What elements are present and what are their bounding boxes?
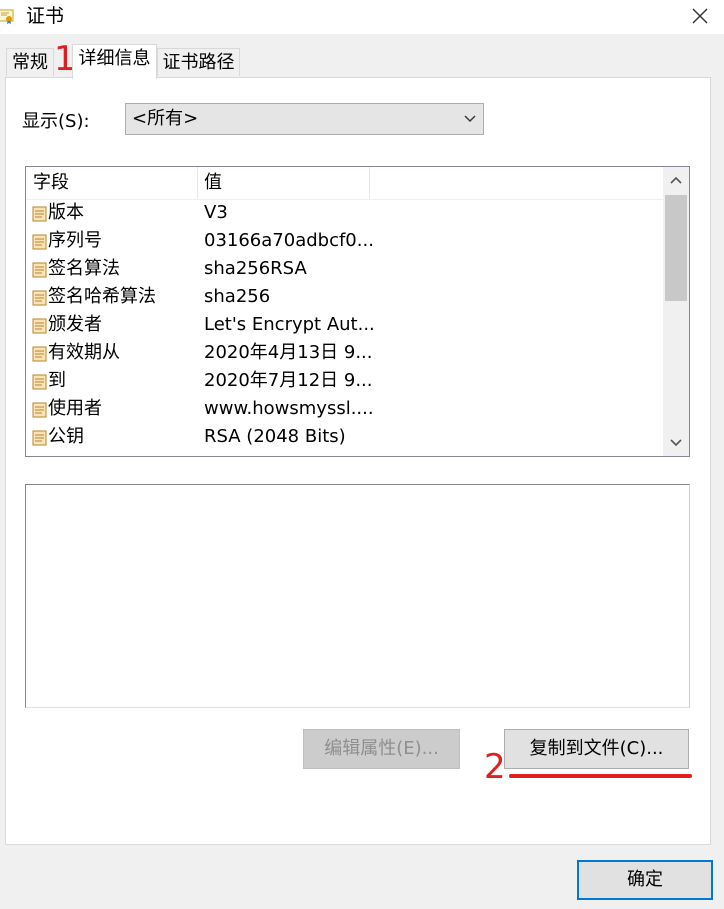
annotation-underline-2	[509, 774, 692, 778]
list-item[interactable]: 到 2020年7月12日 9...	[26, 367, 663, 395]
field-name: 签名算法	[48, 258, 120, 279]
field-name: 有效期从	[48, 342, 120, 363]
field-icon	[32, 290, 47, 306]
column-divider[interactable]	[369, 167, 370, 199]
show-dropdown[interactable]: <所有>	[125, 103, 484, 135]
field-icon	[32, 318, 47, 334]
vertical-scrollbar[interactable]	[663, 167, 689, 456]
field-icon	[32, 262, 47, 278]
field-icon	[32, 374, 47, 390]
show-label: 显示(S):	[22, 111, 90, 132]
field-value: www.howsmyssl....	[204, 398, 374, 419]
tab-general-label: 常规	[12, 52, 48, 73]
field-name: 序列号	[48, 230, 102, 251]
field-value: 03166a70adbcf0...	[204, 230, 374, 251]
field-icon	[32, 234, 47, 250]
field-name: 到	[48, 370, 66, 391]
copy-to-file-button[interactable]: 复制到文件(C)...	[504, 729, 689, 769]
close-icon[interactable]	[680, 2, 720, 30]
column-divider[interactable]	[197, 167, 198, 199]
field-value: V3	[204, 202, 228, 223]
field-value: sha256RSA	[204, 258, 307, 279]
title-bar: 证书	[0, 0, 724, 34]
tab-details[interactable]: 详细信息	[72, 44, 157, 79]
field-detail-box[interactable]	[25, 484, 690, 708]
field-value: RSA (2048 Bits)	[204, 426, 346, 447]
field-name: 颁发者	[48, 314, 102, 335]
list-item[interactable]: 公钥 RSA (2048 Bits)	[26, 423, 663, 451]
column-header-field[interactable]: 字段	[33, 170, 69, 196]
edit-properties-label: 编辑属性(E)...	[324, 738, 439, 759]
list-item[interactable]: 版本 V3	[26, 199, 663, 227]
list-item[interactable]: 有效期从 2020年4月13日 9...	[26, 339, 663, 367]
field-name: 公钥	[48, 426, 84, 447]
scroll-up-icon[interactable]	[663, 167, 689, 195]
list-item[interactable]: 颁发者 Let's Encrypt Aut...	[26, 311, 663, 339]
list-item[interactable]: 使用者 www.howsmyssl....	[26, 395, 663, 423]
tab-cert-path-label: 证书路径	[162, 52, 235, 73]
ok-label: 确定	[627, 869, 663, 890]
tab-details-label: 详细信息	[78, 48, 151, 69]
field-icon	[32, 206, 47, 222]
field-icon	[32, 346, 47, 362]
field-value: Let's Encrypt Aut...	[204, 314, 375, 335]
tab-cert-path[interactable]: 证书路径	[157, 48, 240, 76]
field-name: 使用者	[48, 398, 102, 419]
certificate-icon	[0, 9, 14, 24]
copy-to-file-label: 复制到文件(C)...	[529, 738, 664, 759]
list-item[interactable]: 签名哈希算法 sha256	[26, 283, 663, 311]
field-name: 版本	[48, 202, 84, 223]
edit-properties-button: 编辑属性(E)...	[303, 729, 460, 769]
ok-button[interactable]: 确定	[577, 860, 713, 900]
scroll-down-icon[interactable]	[663, 428, 689, 456]
field-icon	[32, 430, 47, 446]
annotation-step-2: 2	[484, 747, 506, 787]
chevron-down-icon	[464, 115, 476, 122]
field-value: 2020年7月12日 9...	[204, 370, 373, 391]
field-value: sha256	[204, 286, 271, 307]
list-item[interactable]: 签名算法 sha256RSA	[26, 255, 663, 283]
scrollbar-thumb[interactable]	[665, 195, 687, 301]
fields-list[interactable]: 字段 值 版本 V3 序列号 03166a70adbcf0... 签名算法 sh…	[25, 166, 690, 457]
show-dropdown-value: <所有>	[132, 108, 199, 129]
tab-general[interactable]: 常规	[6, 48, 54, 76]
field-name: 签名哈希算法	[48, 286, 156, 307]
window-title: 证书	[26, 5, 65, 27]
list-header: 字段 值	[26, 167, 663, 200]
field-icon	[32, 402, 47, 418]
list-item[interactable]: 序列号 03166a70adbcf0...	[26, 227, 663, 255]
field-value: 2020年4月13日 9...	[204, 342, 373, 363]
column-header-value[interactable]: 值	[204, 170, 222, 196]
